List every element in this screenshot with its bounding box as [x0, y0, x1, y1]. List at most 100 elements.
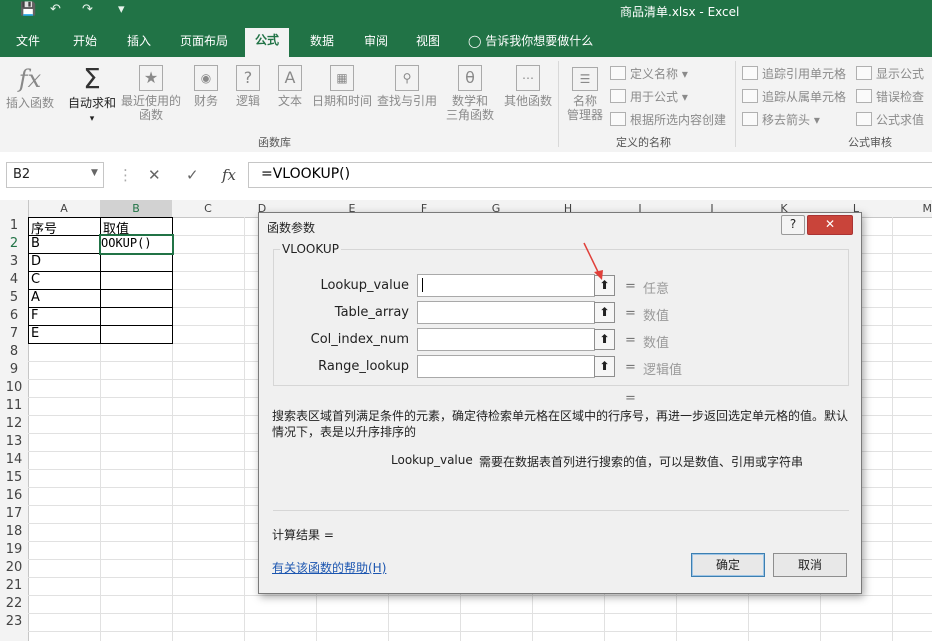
name-box[interactable]: B2 ▼: [6, 162, 104, 188]
redo-icon[interactable]: ↷: [82, 2, 93, 17]
customize-quick-access-icon[interactable]: ▾: [118, 2, 125, 17]
trace-precedents-button[interactable]: 追踪引用单元格: [742, 65, 846, 82]
logical-button[interactable]: ? 逻辑: [228, 65, 268, 108]
row-header[interactable]: 7: [0, 326, 28, 341]
row-header[interactable]: 12: [0, 416, 28, 431]
select-all-corner[interactable]: [0, 200, 29, 217]
cell-b1[interactable]: 取值: [103, 218, 129, 237]
financial-button[interactable]: ◉ 财务: [186, 65, 226, 108]
row-headers: 1 2 3 4 5 6 7 8 9 10 11 12 13 14 15 16 1…: [0, 217, 29, 641]
row-header[interactable]: 15: [0, 470, 28, 485]
enter-check-icon[interactable]: ✓: [186, 166, 199, 184]
autosum-button[interactable]: Σ 自动求和 ▾: [64, 65, 120, 126]
tab-page-layout[interactable]: 页面布局: [180, 32, 228, 49]
tab-view[interactable]: 视图: [416, 32, 440, 49]
row-header[interactable]: 18: [0, 524, 28, 539]
tab-formulas[interactable]: 公式: [245, 28, 290, 57]
row-header[interactable]: 5: [0, 290, 28, 305]
cell-a5[interactable]: A: [31, 290, 40, 305]
row-header[interactable]: 17: [0, 506, 28, 521]
row-header[interactable]: 16: [0, 488, 28, 503]
row-header[interactable]: 2: [0, 236, 28, 251]
lookup-value-input[interactable]: [417, 274, 595, 297]
show-formulas-button[interactable]: 显示公式: [856, 65, 924, 82]
equals-sign: =: [625, 306, 636, 321]
column-header-b[interactable]: B: [100, 200, 172, 217]
equals-sign: =: [625, 360, 636, 375]
recent-functions-button[interactable]: ★ 最近使用的 函数: [120, 65, 182, 122]
more-functions-button[interactable]: ⋯ 其他函数: [502, 65, 554, 108]
define-name-label: 定义名称: [630, 67, 679, 81]
group-separator: [735, 61, 736, 147]
use-in-formula-button[interactable]: 用于公式 ▾: [610, 88, 688, 105]
row-header[interactable]: 22: [0, 596, 28, 611]
row-header[interactable]: 1: [0, 218, 28, 233]
row-header[interactable]: 19: [0, 542, 28, 557]
formula-input[interactable]: =VLOOKUP(): [248, 162, 932, 188]
collapse-dialog-button[interactable]: ⬆: [594, 356, 615, 377]
tell-me-box[interactable]: ◯ 告诉我你想要做什么: [468, 32, 593, 49]
create-from-selection-button[interactable]: 根据所选内容创建: [610, 111, 726, 128]
column-header-m[interactable]: M: [892, 202, 932, 215]
row-header[interactable]: 3: [0, 254, 28, 269]
collapse-dialog-button[interactable]: ⬆: [594, 329, 615, 350]
tab-home[interactable]: 开始: [73, 32, 97, 49]
cell-a1[interactable]: 序号: [31, 218, 57, 237]
evaluate-formula-button[interactable]: 公式求值: [856, 111, 924, 128]
row-header[interactable]: 4: [0, 272, 28, 287]
row-header[interactable]: 10: [0, 380, 28, 395]
cell-b2[interactable]: OOKUP(): [101, 236, 171, 250]
define-name-button[interactable]: 定义名称 ▾: [610, 65, 688, 82]
cell-a4[interactable]: C: [31, 272, 40, 287]
calendar-icon: ▦: [330, 65, 354, 91]
column-header-a[interactable]: A: [28, 202, 100, 215]
help-button[interactable]: ?: [781, 215, 805, 235]
row-header[interactable]: 23: [0, 614, 28, 629]
undo-icon[interactable]: ↶: [50, 2, 61, 17]
name-manager-button[interactable]: ☰ 名称 管理器: [562, 67, 608, 122]
tab-insert[interactable]: 插入: [127, 32, 151, 49]
help-link[interactable]: 有关该函数的帮助(H): [272, 559, 386, 576]
cell-a6[interactable]: F: [31, 308, 38, 323]
cancel-button[interactable]: 取消: [773, 553, 847, 577]
cell-a3[interactable]: D: [31, 254, 41, 269]
ok-button[interactable]: 确定: [691, 553, 765, 577]
trace-precedents-icon: [742, 66, 758, 80]
equals-sign: =: [625, 279, 636, 294]
row-header[interactable]: 9: [0, 362, 28, 377]
cell-a2[interactable]: B: [31, 236, 40, 251]
range-lookup-input[interactable]: [417, 355, 595, 378]
row-header[interactable]: 6: [0, 308, 28, 323]
evaluate-formula-icon: [856, 112, 872, 126]
col-index-num-input[interactable]: [417, 328, 595, 351]
cancel-icon[interactable]: ✕: [148, 166, 161, 184]
remove-arrows-button[interactable]: 移去箭头 ▾: [742, 111, 820, 128]
sigma-icon: Σ: [83, 62, 101, 95]
row-header[interactable]: 21: [0, 578, 28, 593]
math-label-1: 数学和: [451, 94, 488, 108]
tab-review[interactable]: 审阅: [364, 32, 388, 49]
close-button[interactable]: ✕: [807, 215, 853, 235]
row-header[interactable]: 13: [0, 434, 28, 449]
cell-a7[interactable]: E: [31, 326, 39, 341]
fx-icon[interactable]: fx: [222, 166, 236, 184]
tab-file[interactable]: 文件: [16, 32, 40, 49]
row-header[interactable]: 14: [0, 452, 28, 467]
save-icon[interactable]: 💾: [20, 2, 36, 17]
row-header[interactable]: 20: [0, 560, 28, 575]
trace-dependents-button[interactable]: 追踪从属单元格: [742, 88, 846, 105]
text-button[interactable]: A 文本: [270, 65, 310, 108]
math-trig-button[interactable]: θ 数学和 三角函数: [440, 65, 500, 122]
datetime-button[interactable]: ▦ 日期和时间: [310, 65, 374, 108]
error-checking-button[interactable]: 错误检查: [856, 88, 924, 105]
insert-function-button[interactable]: fx 插入函数: [4, 65, 56, 110]
row-header[interactable]: 11: [0, 398, 28, 413]
collapse-dialog-button[interactable]: ⬆: [594, 302, 615, 323]
range-lookup-label: Range_lookup: [318, 359, 409, 374]
tab-data[interactable]: 数据: [310, 32, 334, 49]
insert-function-label: 插入函数: [5, 96, 54, 110]
table-array-input[interactable]: [417, 301, 595, 324]
lookup-reference-button[interactable]: ⚲ 查找与引用: [376, 65, 438, 108]
row-header[interactable]: 8: [0, 344, 28, 359]
column-header-c[interactable]: C: [172, 202, 244, 215]
